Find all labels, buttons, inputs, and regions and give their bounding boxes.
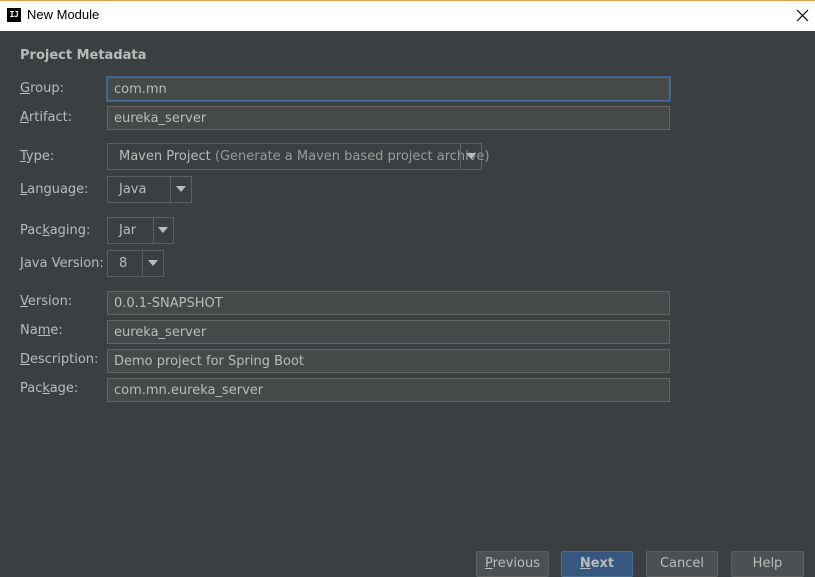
window-titlebar: IJ New Module	[0, 0, 815, 31]
type-selected-value: Maven Project (Generate a Maven based pr…	[119, 149, 490, 164]
chevron-down-icon	[176, 186, 186, 192]
group-field[interactable]	[107, 77, 670, 101]
group-label: Group:	[20, 81, 64, 96]
cancel-button[interactable]: Cancel	[646, 551, 718, 577]
language-selected-value: Java	[119, 182, 147, 197]
package-field[interactable]	[107, 378, 670, 402]
chevron-down-icon	[148, 260, 158, 266]
close-button[interactable]	[789, 4, 815, 28]
packaging-dropdown[interactable]: Jar	[107, 217, 174, 244]
language-label: Language:	[20, 182, 89, 197]
window-title: New Module	[27, 7, 100, 22]
intellij-idea-icon: IJ	[7, 8, 21, 22]
version-field[interactable]	[107, 291, 670, 315]
package-label: Package:	[20, 381, 79, 396]
description-field[interactable]	[107, 349, 670, 373]
description-label: Description:	[20, 352, 99, 367]
name-field[interactable]	[107, 320, 670, 344]
packaging-selected-value: Jar	[119, 223, 137, 238]
type-dropdown[interactable]: Maven Project (Generate a Maven based pr…	[107, 143, 490, 170]
name-label: Name:	[20, 323, 63, 338]
artifact-field[interactable]	[107, 106, 670, 130]
chevron-down-icon	[158, 227, 168, 233]
language-dropdown[interactable]: Java	[107, 176, 192, 203]
next-button[interactable]: Next	[561, 551, 633, 577]
version-label: Version:	[20, 294, 73, 309]
java-version-label: Java Version:	[20, 256, 104, 271]
packaging-label: Packaging:	[20, 223, 91, 238]
artifact-label: Artifact:	[20, 110, 73, 125]
java-version-selected-value: 8	[119, 256, 128, 271]
help-button[interactable]: Help	[731, 551, 804, 577]
java-version-dropdown[interactable]: 8	[107, 250, 164, 277]
type-label: Type:	[20, 149, 55, 164]
previous-button[interactable]: Previous	[476, 551, 549, 577]
section-title: Project Metadata	[20, 48, 147, 63]
close-icon	[796, 9, 809, 22]
chevron-down-icon	[466, 153, 476, 159]
